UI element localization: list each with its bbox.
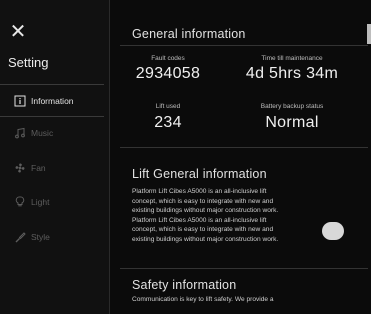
- scroll-handle[interactable]: [322, 222, 344, 240]
- style-icon: [15, 232, 26, 243]
- music-icon: [15, 127, 25, 139]
- maintenance-value: 4d 5hrs 34m: [245, 65, 339, 82]
- section-divider: [120, 147, 368, 148]
- sidebar-divider: [0, 84, 104, 85]
- edge-tab: [367, 24, 371, 44]
- sidebar-item-information[interactable]: Information: [14, 92, 74, 110]
- main-panel: General information Fault codes 2934058 …: [110, 0, 371, 314]
- section-title-general: General information: [132, 27, 246, 41]
- paragraph-line: existing buildings without major constru…: [132, 207, 279, 214]
- sidebar-item-label: Style: [31, 232, 50, 242]
- battery-status-value: Normal: [265, 114, 319, 131]
- sidebar-item-label: Information: [31, 96, 74, 106]
- section-divider: [120, 268, 368, 269]
- lift-used-value: 234: [154, 114, 182, 131]
- fault-codes-label: Fault codes: [151, 55, 185, 62]
- sidebar-item-label: Fan: [31, 163, 46, 173]
- light-icon: [15, 196, 25, 207]
- lift-used-label: Lift used: [155, 103, 181, 110]
- battery-status-label: Battery backup status: [260, 103, 324, 110]
- safety-paragraph: Communication is key to lift safety. We …: [132, 296, 274, 303]
- paragraph-line: concept, which is easy to integrate with…: [132, 197, 274, 205]
- paragraph-line: Platform Lift Cibes A5000 is an all-incl…: [132, 188, 267, 195]
- maintenance-label: Time till maintenance: [261, 55, 323, 62]
- fault-codes-value: 2934058: [135, 65, 201, 82]
- sidebar-item-style[interactable]: Style: [14, 228, 50, 246]
- sidebar-item-label: Music: [31, 128, 54, 138]
- section-title-lift-general: Lift General information: [132, 167, 267, 181]
- section-title-safety: Safety information: [132, 278, 237, 292]
- sidebar-divider: [0, 116, 104, 117]
- info-icon: [14, 95, 26, 107]
- sidebar-item-light[interactable]: Light: [14, 193, 49, 211]
- sidebar-item-music[interactable]: Music: [14, 124, 53, 142]
- settings-screen: ✕ Setting Information Music Fan Light St…: [0, 0, 371, 314]
- close-icon[interactable]: ✕: [8, 22, 28, 42]
- sidebar-item-label: Light: [31, 197, 50, 207]
- section-divider: [120, 45, 368, 46]
- sidebar-title: Setting: [8, 55, 49, 70]
- fan-icon: [15, 163, 25, 173]
- sidebar: ✕ Setting Information Music Fan Light St…: [0, 0, 110, 314]
- sidebar-item-fan[interactable]: Fan: [14, 159, 46, 177]
